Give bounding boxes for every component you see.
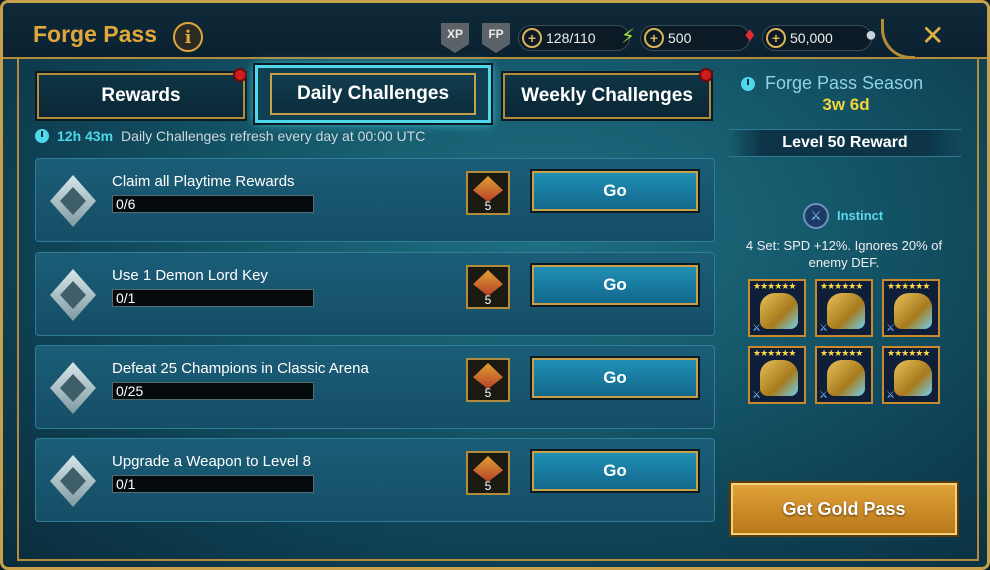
gear-item[interactable]: ★★★★★★ ⚔ (748, 279, 806, 337)
instinct-set-icon[interactable]: ⚔ (803, 203, 829, 229)
corner-ornament (881, 19, 915, 59)
helmet-icon (760, 293, 798, 329)
reward-box: 5 (466, 171, 510, 215)
reward-amount: 5 (484, 386, 492, 400)
stars-icon: ★★★★★★ (820, 281, 863, 291)
silver-coin-icon: ● (864, 24, 877, 46)
go-button[interactable]: Go (530, 449, 700, 493)
gear-item[interactable]: ★★★★★★ ⚔ (815, 346, 873, 404)
boots-icon (894, 360, 932, 396)
challenge-emblem-icon (50, 362, 96, 414)
challenge-progress: 0/6 (112, 195, 314, 213)
challenge-emblem-icon (50, 175, 96, 227)
set-description: 4 Set: SPD +12%. Ignores 20% of enemy DE… (745, 238, 943, 270)
challenge-row: Use 1 Demon Lord Key 0/1 5 Go (35, 252, 715, 336)
gems-value: 500 (668, 30, 692, 46)
set-mark-icon: ⚔ (886, 323, 895, 334)
gems-resource: + 500 ♦ (640, 24, 755, 51)
gem-icon: ♦ (744, 24, 755, 46)
add-silver-button[interactable]: + (766, 28, 786, 48)
challenge-emblem-icon (50, 269, 96, 321)
clock-icon (741, 76, 755, 91)
gear-item[interactable]: ★★★★★★ ⚔ (882, 346, 940, 404)
set-name: Instinct (837, 208, 884, 223)
get-gold-pass-button[interactable]: Get Gold Pass (729, 481, 959, 537)
refresh-timer: 12h 43m (57, 128, 114, 144)
info-icon[interactable]: i (173, 22, 203, 52)
refresh-info: 12h 43m Daily Challenges refresh every d… (35, 128, 425, 144)
energy-icon: ⚡ (620, 26, 635, 48)
silver-value: 50,000 (790, 30, 833, 46)
season-header: Forge Pass Season (741, 73, 923, 94)
page-title: Forge Pass (33, 21, 157, 47)
set-mark-icon: ⚔ (752, 323, 761, 334)
energy-value: 128/110 (546, 30, 596, 46)
challenge-progress: 0/1 (112, 475, 314, 493)
challenge-row: Upgrade a Weapon to Level 8 0/1 5 Go (35, 438, 715, 522)
close-icon[interactable]: ✕ (921, 19, 944, 52)
notification-dot (699, 68, 713, 82)
forge-pass-window: Forge Pass i XP FP + 128/110 ⚡ + 500 ♦ +… (0, 0, 990, 570)
go-button[interactable]: Go (530, 263, 700, 307)
challenge-title: Claim all Playtime Rewards (112, 173, 295, 190)
silver-resource: + 50,000 ● (762, 24, 877, 51)
challenge-emblem-icon (50, 455, 96, 507)
gear-item[interactable]: ★★★★★★ ⚔ (815, 279, 873, 337)
stars-icon: ★★★★★★ (753, 281, 796, 291)
gear-item[interactable]: ★★★★★★ ⚔ (882, 279, 940, 337)
set-mark-icon: ⚔ (752, 390, 761, 401)
challenge-title: Use 1 Demon Lord Key (112, 267, 268, 284)
xp-badge-icon: XP (441, 23, 469, 53)
reward-amount: 5 (484, 199, 492, 213)
fp-badge-icon: FP (482, 23, 510, 53)
set-mark-icon: ⚔ (819, 323, 828, 334)
stars-icon: ★★★★★★ (887, 281, 930, 291)
level-reward-title: Level 50 Reward (729, 129, 961, 157)
challenge-row: Defeat 25 Champions in Classic Arena 0/2… (35, 345, 715, 429)
helmet-icon (894, 293, 932, 329)
reward-amount: 5 (484, 479, 492, 493)
refresh-note: Daily Challenges refresh every day at 00… (121, 128, 426, 144)
stars-icon: ★★★★★★ (753, 348, 796, 358)
set-mark-icon: ⚔ (819, 390, 828, 401)
challenge-progress: 0/1 (112, 289, 314, 307)
go-button[interactable]: Go (530, 169, 700, 213)
chestplate-icon (827, 293, 865, 329)
stars-icon: ★★★★★★ (820, 348, 863, 358)
stars-icon: ★★★★★★ (887, 348, 930, 358)
add-energy-button[interactable]: + (522, 28, 542, 48)
gear-grid: ★★★★★★ ⚔ ★★★★★★ ⚔ ★★★★★★ ⚔ ★★★★★★ ⚔ ★★★★… (748, 279, 940, 404)
season-time-left: 3w 6d (822, 95, 870, 114)
add-gems-button[interactable]: + (644, 28, 664, 48)
gear-item[interactable]: ★★★★★★ ⚔ (748, 346, 806, 404)
go-button[interactable]: Go (530, 356, 700, 400)
season-label: Forge Pass Season (765, 73, 924, 93)
tab-daily-inner: Daily Challenges (270, 73, 476, 115)
reward-box: 5 (466, 358, 510, 402)
tab-rewards[interactable]: Rewards (35, 68, 247, 121)
tab-daily-challenges[interactable]: Daily Challenges (253, 63, 493, 125)
clock-icon (35, 129, 49, 143)
tab-rewards-label: Rewards (101, 85, 181, 106)
energy-resource: + 128/110 ⚡ (518, 25, 635, 51)
reward-box: 5 (466, 265, 510, 309)
tab-daily-label: Daily Challenges (296, 83, 450, 104)
challenge-title: Defeat 25 Champions in Classic Arena (112, 360, 369, 377)
tab-weekly-label: Weekly Challenges (521, 85, 693, 106)
reward-box: 5 (466, 451, 510, 495)
challenge-title: Upgrade a Weapon to Level 8 (112, 453, 312, 470)
reward-amount: 5 (484, 293, 492, 307)
chestplate-icon (827, 360, 865, 396)
notification-dot (233, 68, 247, 82)
tab-weekly-challenges[interactable]: Weekly Challenges (501, 68, 713, 121)
set-mark-icon: ⚔ (886, 390, 895, 401)
challenge-row: Claim all Playtime Rewards 0/6 5 Go (35, 158, 715, 242)
challenge-progress: 0/25 (112, 382, 314, 400)
top-bar: Forge Pass i XP FP + 128/110 ⚡ + 500 ♦ +… (3, 3, 987, 59)
gauntlets-icon (760, 360, 798, 396)
